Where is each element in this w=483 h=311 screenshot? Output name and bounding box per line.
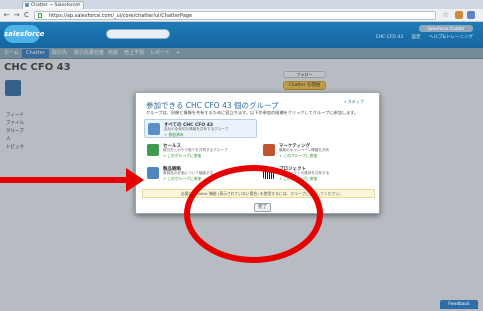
salesforce-logo[interactable]: salesforce [4, 25, 44, 43]
feedback-button[interactable]: Feedback [440, 300, 478, 309]
dialog-subtitle: グループは、同僚と情報を共有するために役立ちます。以下の参加の候補をクリックして… [146, 110, 359, 115]
group-card[interactable]: セールス 取引先とのやり取りを共有するグループ + このグループに参加 [144, 141, 257, 160]
user-menu[interactable]: CHC CFO 43 [376, 35, 404, 40]
browser-tab-strip: Chatter ~ Salesforce × [0, 0, 483, 9]
header-nav: CHC CFO 43 設定 ヘルプ&トレーニング [369, 34, 473, 40]
skip-link[interactable]: « スキップ [344, 99, 364, 105]
bookmark-star-icon[interactable]: ☆ [442, 10, 449, 20]
annotation-arrow-icon [126, 168, 144, 192]
help-link[interactable]: ヘルプ&トレーニング [429, 35, 473, 40]
group-join-link[interactable]: + 参加済み [164, 132, 184, 138]
group-join-link[interactable]: + このグループに参加 [279, 153, 317, 159]
group-icon [147, 144, 159, 156]
group-icon [147, 167, 159, 179]
extension-icon[interactable] [455, 11, 463, 19]
group-icon [263, 144, 275, 156]
salesforce-favicon-icon [25, 3, 29, 7]
annotation-circle [184, 165, 323, 263]
group-join-link[interactable]: + このグループに参加 [163, 153, 201, 159]
back-icon[interactable]: ← [2, 11, 11, 20]
setup-link[interactable]: 設定 [412, 35, 421, 40]
browser-toolbar: ← → C https://ap.salesforce.com/_ui/core… [0, 9, 483, 22]
group-icon [148, 123, 160, 135]
url-text: https://ap.salesforce.com/_ui/core/chatt… [49, 13, 193, 19]
lock-icon [38, 13, 42, 18]
tab-close-icon[interactable]: × [77, 2, 81, 9]
reload-icon[interactable]: C [22, 11, 31, 20]
group-join-link[interactable]: + このグループに参加 [163, 176, 201, 182]
browser-tab[interactable]: Chatter ~ Salesforce × [22, 1, 84, 9]
browser-tab-title: Chatter ~ Salesforce [31, 3, 78, 8]
annotation-arrow-shaft [0, 177, 130, 183]
app-switcher[interactable]: Salesforce Chatter [419, 25, 473, 32]
group-card[interactable]: すべての CHC CFO 43 会社の全体的な情報を共有するグループ + 参加済… [144, 119, 257, 138]
menu-icon[interactable] [467, 11, 475, 19]
global-search-input[interactable] [106, 29, 170, 39]
group-card[interactable]: マーケティング 最新のキャンペーン情報を共有 + このグループに参加 [260, 141, 373, 160]
address-bar[interactable]: https://ap.salesforce.com/_ui/core/chatt… [34, 11, 436, 20]
forward-icon[interactable]: → [12, 11, 21, 20]
salesforce-header: salesforce Salesforce Chatter CHC CFO 43… [0, 22, 483, 48]
